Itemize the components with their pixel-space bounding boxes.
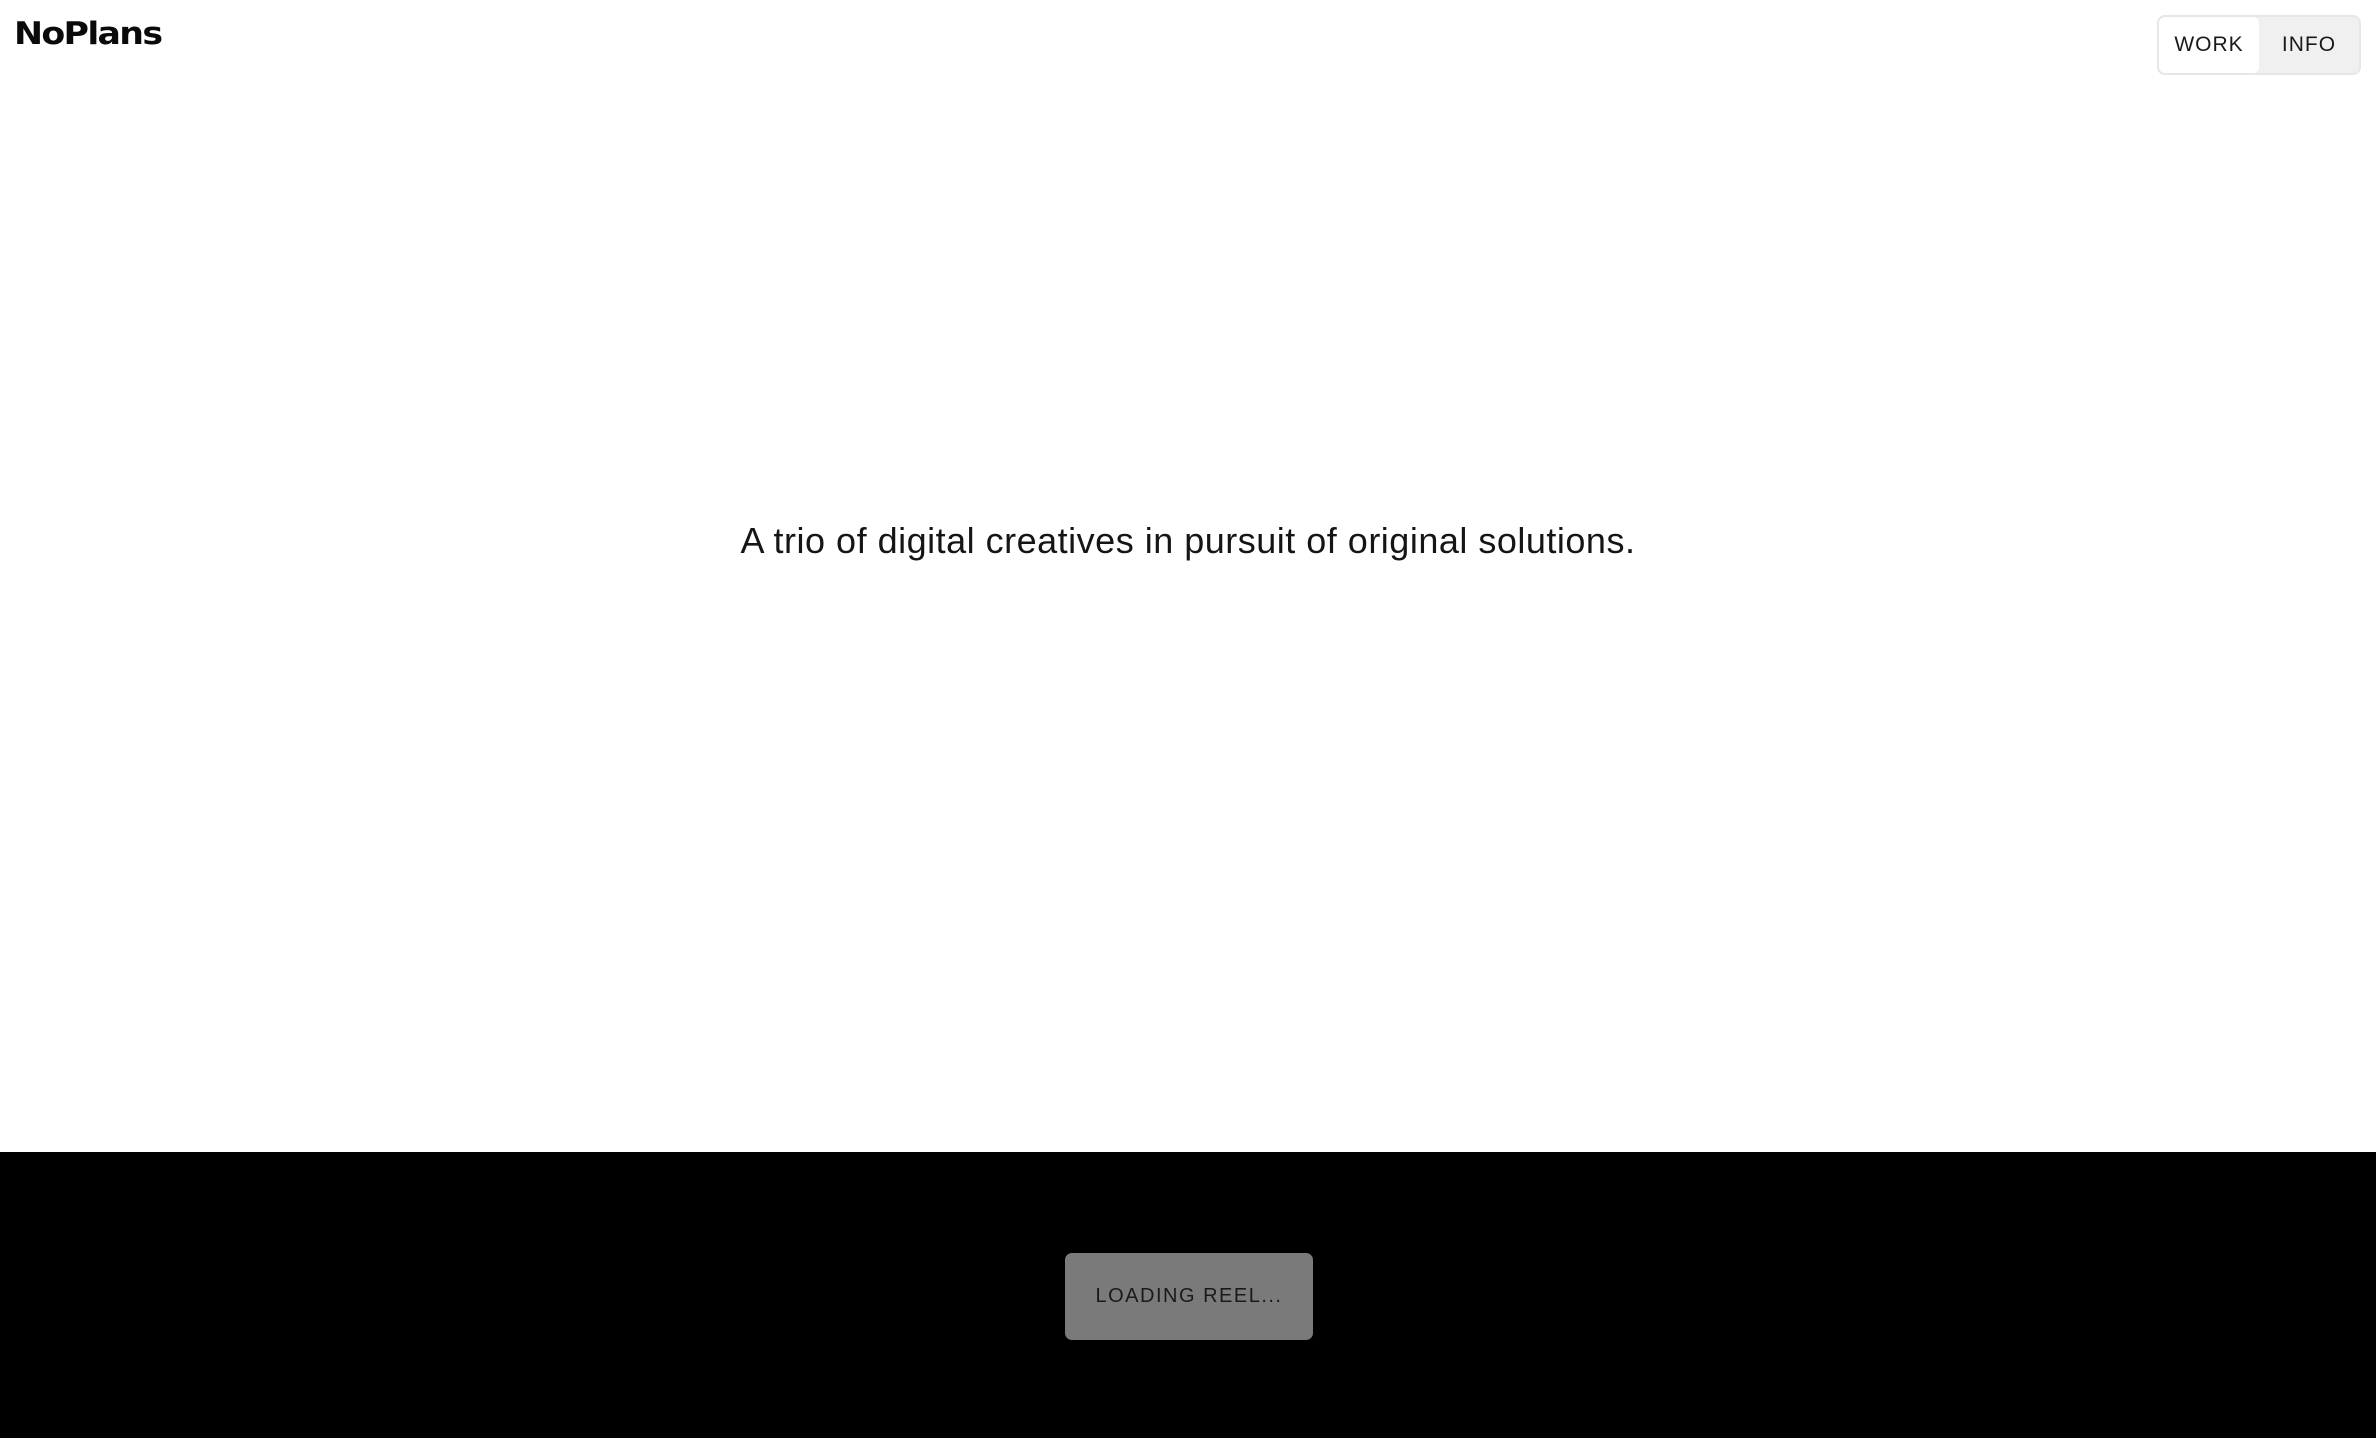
logo[interactable]: NoPlans (14, 14, 163, 54)
main-nav: WORK INFO (2157, 15, 2361, 75)
nav-info-button[interactable]: INFO (2259, 17, 2359, 73)
hero-tagline: A trio of digital creatives in pursuit o… (740, 520, 1636, 561)
page: NoPlans WORK INFO A trio of digital crea… (0, 0, 2376, 1438)
reel-section: LOADING REEL... (0, 1152, 2376, 1438)
loading-reel-indicator: LOADING REEL... (1065, 1253, 1313, 1340)
nav-work-button[interactable]: WORK (2159, 17, 2259, 73)
